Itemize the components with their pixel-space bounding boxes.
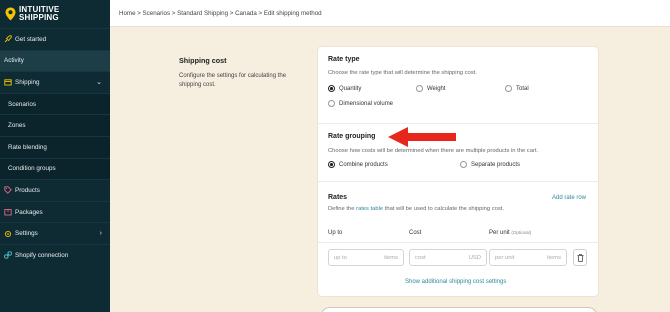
- sidebar-item-products[interactable]: Products: [0, 179, 110, 201]
- package-icon: [4, 208, 12, 216]
- radio-combine-products[interactable]: Combine products: [328, 161, 388, 168]
- tag-icon: [4, 186, 12, 195]
- next-card: [320, 307, 598, 312]
- sidebar-item-label: Condition groups: [8, 165, 56, 173]
- radio-dimensional-volume[interactable]: Dimensional volume: [328, 100, 393, 107]
- sidebar: INTUITIVE SHIPPING Get started Activity …: [0, 0, 110, 312]
- link-icon: [4, 251, 12, 259]
- chevron-down-icon: ⌄: [96, 79, 102, 87]
- add-rate-row-link[interactable]: Add rate row: [552, 195, 586, 201]
- sidebar-item-condition-groups[interactable]: Condition groups: [0, 157, 110, 180]
- radio-unselected-icon: [416, 85, 423, 92]
- sidebar-item-scenarios[interactable]: Scenarios: [0, 92, 110, 115]
- sidebar-item-get-started[interactable]: Get started: [0, 28, 110, 50]
- show-additional-settings-link[interactable]: Show additional shipping cost settings: [405, 279, 506, 285]
- box-icon: [4, 78, 12, 86]
- radio-selected-icon: [328, 161, 335, 168]
- sidebar-item-label: Shopify connection: [15, 251, 69, 259]
- breadcrumb[interactable]: Home > Scenarios > Standard Shipping > C…: [119, 10, 322, 17]
- radio-quantity[interactable]: Quantity: [328, 85, 361, 92]
- brand-line-2: SHIPPING: [19, 13, 59, 22]
- sidebar-nav: Get started Activity Shipping ⌄ Scenario…: [0, 28, 110, 266]
- per-unit-input[interactable]: per unit items: [489, 249, 567, 266]
- rocket-icon: [4, 35, 12, 43]
- radio-label: Separate products: [471, 161, 521, 168]
- up-to-input[interactable]: up to items: [328, 249, 404, 266]
- brand-name: INTUITIVE SHIPPING: [19, 6, 59, 22]
- rates-title: Rates: [328, 194, 348, 201]
- sidebar-item-label: Rate blending: [8, 143, 47, 151]
- sidebar-item-zones[interactable]: Zones: [0, 114, 110, 136]
- sidebar-item-activity[interactable]: Activity: [0, 49, 110, 72]
- location-pin-icon: [5, 7, 16, 21]
- divider: [318, 123, 598, 124]
- radio-unselected-icon: [505, 85, 512, 92]
- radio-label: Total: [516, 85, 529, 92]
- rate-grouping-subtitle: Choose how costs will be determined when…: [328, 148, 539, 154]
- per-unit-placeholder: per unit: [495, 254, 515, 261]
- rate-grouping-title: Rate grouping: [328, 133, 376, 140]
- radio-unselected-icon: [460, 161, 467, 168]
- top-bar: Home > Scenarios > Standard Shipping > C…: [110, 0, 670, 27]
- up-to-unit: items: [384, 254, 398, 261]
- sidebar-item-shipping[interactable]: Shipping ⌄: [0, 71, 110, 93]
- column-header-up-to: Up to: [328, 230, 343, 236]
- radio-selected-icon: [328, 85, 335, 92]
- rates-table-link[interactable]: rates table: [356, 206, 383, 212]
- trash-icon: [577, 253, 583, 262]
- divider: [318, 242, 598, 243]
- delete-row-button[interactable]: [573, 249, 587, 266]
- section-description: Configure the settings for calculating t…: [179, 73, 287, 88]
- rate-type-subtitle: Choose the rate type that will determine…: [328, 70, 477, 76]
- cost-unit: USD: [468, 254, 481, 261]
- sidebar-item-label: Scenarios: [8, 100, 37, 108]
- radio-label: Dimensional volume: [339, 100, 394, 107]
- radio-label: Quantity: [339, 85, 362, 92]
- rates-desc-text: Define the: [328, 206, 357, 212]
- per-unit-unit: items: [547, 254, 561, 261]
- sidebar-item-label: Zones: [8, 122, 26, 130]
- rate-type-title: Rate type: [328, 56, 360, 63]
- sidebar-item-shopify-connection[interactable]: Shopify connection: [0, 243, 110, 266]
- radio-separate-products[interactable]: Separate products: [460, 161, 520, 168]
- sidebar-item-label: Get started: [15, 35, 47, 43]
- cost-input[interactable]: cost USD: [409, 249, 487, 266]
- rates-description: Define the rates table that will be used…: [328, 206, 504, 212]
- sidebar-item-label: Packages: [15, 208, 43, 216]
- sidebar-item-label: Products: [15, 186, 40, 194]
- sidebar-item-label: Activity: [4, 57, 24, 65]
- sidebar-item-settings[interactable]: Settings ›: [0, 222, 110, 244]
- radio-unselected-icon: [328, 100, 335, 107]
- rates-desc-text: that will be used to calculate the shipp…: [383, 206, 504, 212]
- up-to-placeholder: up to: [334, 254, 347, 261]
- sidebar-item-packages[interactable]: Packages: [0, 200, 110, 223]
- sidebar-item-label: Shipping: [15, 78, 40, 86]
- sidebar-item-label: Settings: [15, 230, 38, 238]
- cost-placeholder: cost: [415, 254, 426, 261]
- sidebar-item-rate-blending[interactable]: Rate blending: [0, 135, 110, 158]
- column-header-cost: Cost: [409, 230, 422, 236]
- arrow-left-icon: [388, 127, 456, 147]
- divider: [318, 181, 598, 182]
- radio-total[interactable]: Total: [505, 85, 529, 92]
- logo[interactable]: INTUITIVE SHIPPING: [0, 0, 110, 28]
- radio-label: Weight: [427, 85, 446, 92]
- radio-weight[interactable]: Weight: [416, 85, 446, 92]
- radio-label: Combine products: [339, 161, 388, 168]
- column-header-per-unit: Per unit (Optional): [489, 230, 531, 236]
- gear-icon: [4, 230, 12, 238]
- optional-note: (Optional): [511, 230, 532, 235]
- section-title: Shipping cost: [179, 56, 227, 65]
- per-unit-label: Per unit: [489, 230, 510, 236]
- chevron-right-icon: ›: [99, 230, 102, 238]
